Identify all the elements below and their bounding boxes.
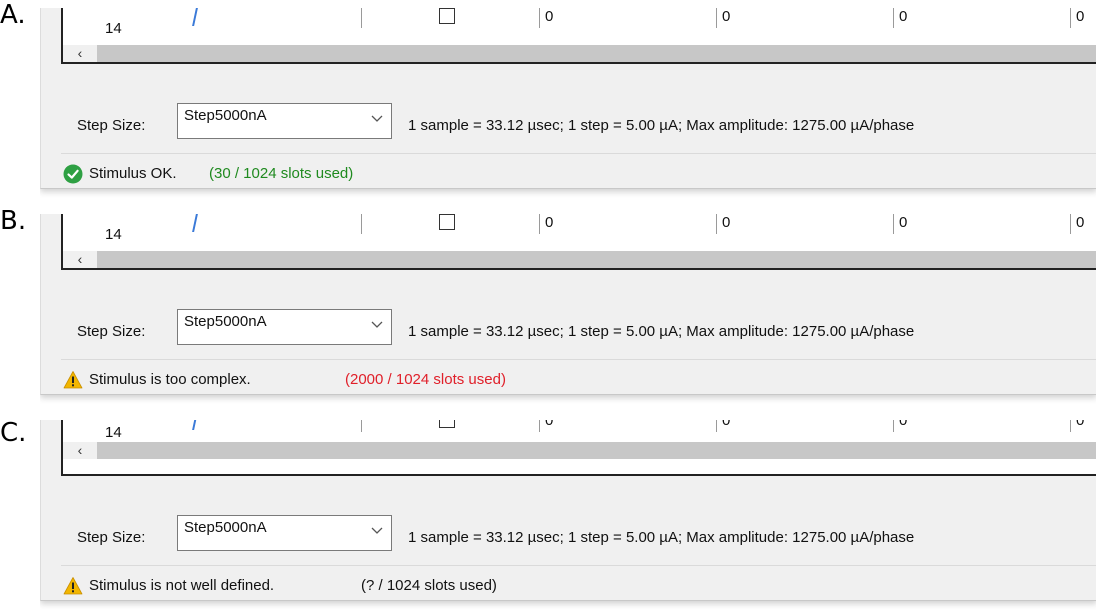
channel-grid: 14 0 0 0 0 ‹ [61,8,1096,64]
cell-value[interactable]: 0 [892,214,907,234]
step-size-value: Step5000nA [184,107,267,124]
column-divider [361,8,362,28]
status-message: Stimulus is too complex. [89,371,251,388]
horizontal-scrollbar[interactable]: ‹ [63,442,1096,459]
sample-info-text: 1 sample = 33.12 µsec; 1 step = 5.00 µA;… [408,117,915,134]
warning-icon [63,577,83,595]
sample-info-text: 1 sample = 33.12 µsec; 1 step = 5.00 µA;… [408,529,915,546]
status-message: Stimulus OK. [89,165,177,182]
row-number: 14 [105,226,122,243]
stimulus-window: 14 0 0 0 0 ‹ Step Size: Step5000nA 1 sam… [40,8,1096,189]
waveform-marker [192,8,198,26]
scroll-left-icon[interactable]: ‹ [63,45,97,62]
slots-used-text: (2000 / 1024 slots used) [345,371,506,388]
status-message: Stimulus is not well defined. [89,577,275,594]
cell-value[interactable]: 0 [715,8,730,28]
horizontal-scrollbar[interactable]: ‹ [63,45,1096,62]
cell-value[interactable]: 0 [538,8,553,28]
row-number: 14 [105,20,122,37]
panel-c-label: C. [0,418,27,448]
check-circle-icon [63,164,83,184]
row-checkbox[interactable] [439,420,455,428]
cell-value[interactable]: 0 [715,420,730,432]
step-size-dropdown[interactable]: Step5000nA [177,103,392,139]
slots-used-text: (? / 1024 slots used) [361,577,497,594]
stimulus-window: 14 0 0 0 0 ‹ Step Size: Step5000nA 1 sam… [40,214,1096,395]
horizontal-scrollbar[interactable]: ‹ [63,251,1096,268]
step-size-label: Step Size: [77,323,146,340]
waveform-marker [192,214,198,232]
divider [61,359,1096,360]
cell-value[interactable]: 0 [892,420,907,432]
chevron-down-icon [371,527,383,534]
sample-info-text: 1 sample = 33.12 µsec; 1 step = 5.00 µA;… [408,323,915,340]
scrollbar-thumb[interactable] [97,442,1096,459]
channel-grid: 14 0 0 0 0 ‹ [61,420,1096,476]
chevron-down-icon [371,321,383,328]
step-size-value: Step5000nA [184,313,267,330]
row-checkbox[interactable] [439,214,455,230]
stimulus-window: 14 0 0 0 0 ‹ Step Size: Step5000nA 1 sam… [40,420,1096,601]
slots-used-text: (30 / 1024 slots used) [209,165,354,182]
panel-b: 14 0 0 0 0 ‹ Step Size: Step5000nA 1 sam… [40,214,1096,404]
panel-a: 14 0 0 0 0 ‹ Step Size: Step5000nA 1 sam… [40,8,1096,198]
table-row[interactable]: 14 0 0 0 0 [63,214,1096,244]
cell-value[interactable]: 0 [1069,420,1084,432]
channel-grid: 14 0 0 0 0 ‹ [61,214,1096,270]
panel-b-label: B. [0,206,27,236]
step-size-dropdown[interactable]: Step5000nA [177,515,392,551]
table-row[interactable]: 14 0 0 0 0 [63,8,1096,38]
chevron-down-icon [371,115,383,122]
cell-value[interactable]: 0 [538,420,553,432]
cell-value[interactable]: 0 [538,214,553,234]
column-divider [361,214,362,234]
scrollbar-thumb[interactable] [97,251,1096,268]
column-divider [361,420,362,432]
scroll-left-icon[interactable]: ‹ [63,251,97,268]
row-checkbox[interactable] [439,8,455,24]
step-size-label: Step Size: [77,529,146,546]
row-number: 14 [105,424,122,441]
warning-icon [63,371,83,389]
panel-a-label: A. [0,0,26,30]
scroll-left-icon[interactable]: ‹ [63,442,97,459]
step-size-dropdown[interactable]: Step5000nA [177,309,392,345]
cell-value[interactable]: 0 [1069,8,1084,28]
divider [61,153,1096,154]
scrollbar-thumb[interactable] [97,45,1096,62]
cell-value[interactable]: 0 [892,8,907,28]
waveform-marker [192,420,198,430]
step-size-value: Step5000nA [184,519,267,536]
table-row[interactable]: 14 0 0 0 0 [63,420,1096,442]
step-size-label: Step Size: [77,117,146,134]
divider [61,565,1096,566]
cell-value[interactable]: 0 [715,214,730,234]
panel-c: 14 0 0 0 0 ‹ Step Size: Step5000nA 1 sam… [40,420,1096,610]
cell-value[interactable]: 0 [1069,214,1084,234]
